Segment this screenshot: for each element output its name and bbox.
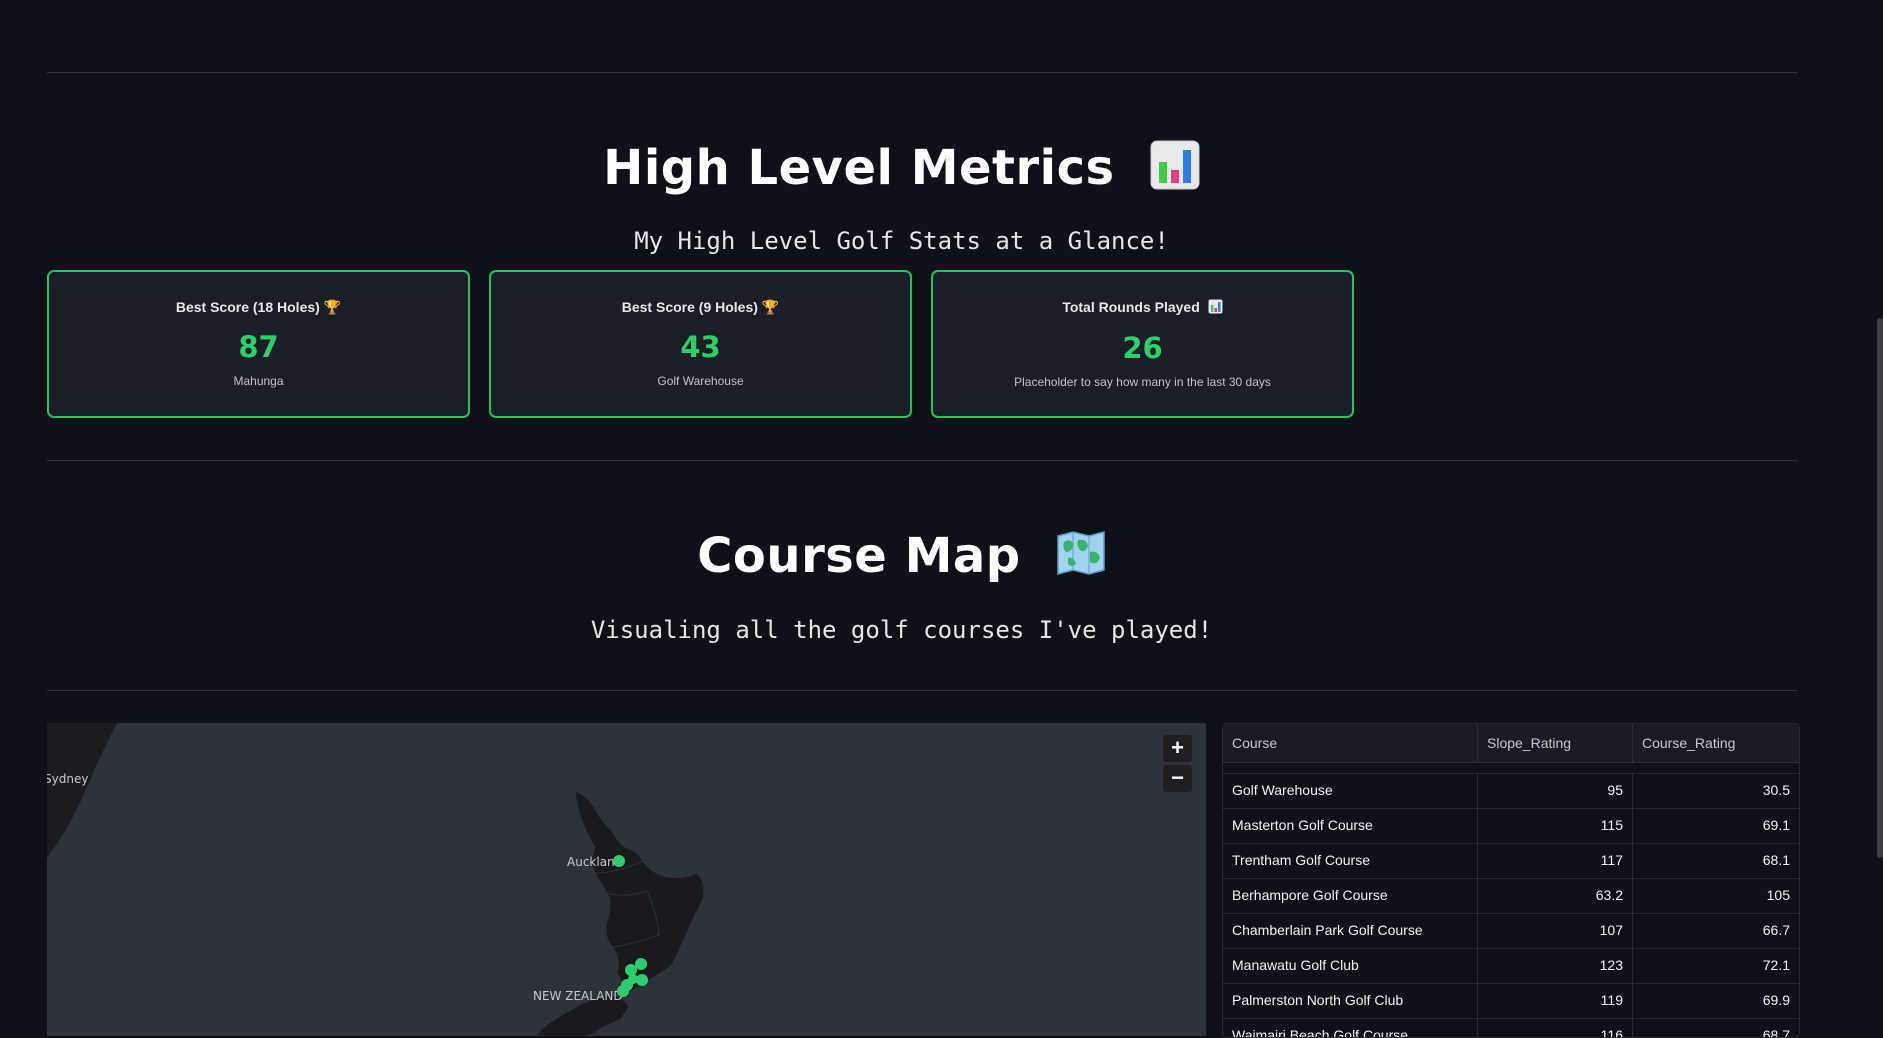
table-row[interactable]: Trentham Golf Course 117 68.1 bbox=[1223, 843, 1799, 879]
metrics-subtitle: My High Level Golf Stats at a Glance! bbox=[634, 227, 1169, 255]
cell-course: Waimairi Beach Golf Course bbox=[1223, 1018, 1478, 1037]
column-header-slope-rating[interactable]: Slope_Rating bbox=[1478, 724, 1633, 762]
table-row[interactable]: Manawatu Golf Club 123 72.1 bbox=[1223, 948, 1799, 984]
table-row[interactable]: Chamberlain Park Golf Course 107 66.7 bbox=[1223, 913, 1799, 949]
cell-course-rating: 68.7 bbox=[1762, 1027, 1790, 1038]
course-marker bbox=[635, 958, 647, 970]
cell-slope-rating: 117 bbox=[1478, 843, 1633, 878]
cell-course: Manawatu Golf Club bbox=[1223, 948, 1478, 983]
table-row[interactable]: Golf Warehouse 95 30.5 bbox=[1223, 773, 1799, 809]
course-markers bbox=[613, 855, 648, 997]
cell-course-rating: 68.1 bbox=[1762, 852, 1790, 868]
bar-chart-icon bbox=[1150, 140, 1200, 202]
cell-course-rating: 69.9 bbox=[1762, 992, 1790, 1008]
divider-top bbox=[47, 72, 1797, 73]
cell-slope-rating: 119 bbox=[1478, 983, 1633, 1018]
cell-course: Palmerston North Golf Club bbox=[1223, 983, 1478, 1018]
cell-course-rating: 69.1 bbox=[1762, 817, 1790, 833]
cell-course: Golf Warehouse bbox=[1223, 773, 1478, 808]
cell-course-rating: 72.1 bbox=[1762, 957, 1790, 973]
table-header: Course Slope_Rating Course_Rating bbox=[1223, 724, 1799, 763]
cell-slope-rating: 95 bbox=[1478, 773, 1633, 808]
bar-chart-icon bbox=[1208, 299, 1223, 317]
metric-card-title: Total Rounds Played bbox=[1062, 299, 1200, 315]
table-row[interactable]: Waimairi Beach Golf Course 116 68.7 bbox=[1223, 1018, 1799, 1038]
metric-card-title-row: Total Rounds Played bbox=[933, 299, 1352, 317]
cell-slope-rating: 107 bbox=[1478, 913, 1633, 948]
course-map-subtitle: Visualing all the golf courses I've play… bbox=[590, 616, 1213, 644]
courses-table[interactable]: Course Slope_Rating Course_Rating Golf W… bbox=[1222, 723, 1800, 1038]
cell-course-rating: 30.5 bbox=[1762, 782, 1790, 798]
cell-course: Trentham Golf Course bbox=[1223, 843, 1478, 878]
course-marker bbox=[628, 974, 638, 984]
column-header-course-rating[interactable]: Course_Rating bbox=[1633, 724, 1799, 762]
cell-slope-rating: 115 bbox=[1478, 808, 1633, 843]
cell-course: Chamberlain Park Golf Course bbox=[1223, 913, 1478, 948]
metric-card-subtitle: Mahunga bbox=[233, 374, 284, 388]
divider-metrics bbox=[47, 460, 1797, 461]
metric-card-subtitle: Golf Warehouse bbox=[657, 374, 744, 388]
metrics-title-row: High Level Metrics bbox=[0, 140, 1803, 202]
metric-card-title: Best Score (9 Holes) 🏆 bbox=[621, 299, 780, 315]
metric-card-best-18: Best Score (18 Holes) 🏆 87 Mahunga bbox=[47, 270, 470, 418]
cell-course-rating: 105 bbox=[1766, 887, 1790, 903]
metric-card-subtitle: Placeholder to say how many in the last … bbox=[1014, 375, 1271, 389]
metric-card-value: 26 bbox=[1122, 331, 1163, 365]
metric-card-title: Best Score (18 Holes) 🏆 bbox=[175, 299, 342, 315]
cell-slope-rating: 116 bbox=[1478, 1018, 1633, 1037]
page-scrollbar[interactable] bbox=[1877, 318, 1883, 858]
course-map-title-row: Course Map bbox=[0, 528, 1803, 588]
course-map-title: Course Map bbox=[697, 528, 1021, 584]
course-marker bbox=[625, 964, 637, 976]
metric-card-value: 87 bbox=[238, 330, 279, 364]
course-marker bbox=[617, 985, 629, 997]
cell-slope-rating: 123 bbox=[1478, 948, 1633, 983]
table-row[interactable]: Masterton Golf Course 115 69.1 bbox=[1223, 808, 1799, 844]
table-row[interactable]: Palmerston North Golf Club 119 69.9 bbox=[1223, 983, 1799, 1019]
divider-map bbox=[47, 690, 1797, 691]
cell-slope-rating: 63.2 bbox=[1478, 878, 1633, 913]
cell-course-rating: 66.7 bbox=[1762, 922, 1790, 938]
table-row[interactable]: Berhampore Golf Course 63.2 105 bbox=[1223, 878, 1799, 914]
metrics-title: High Level Metrics bbox=[603, 140, 1115, 196]
metric-card-total-rounds: Total Rounds Played 26 Placeholder to sa… bbox=[931, 270, 1354, 418]
column-header-course[interactable]: Course bbox=[1223, 724, 1478, 762]
course-marker bbox=[613, 855, 625, 867]
cell-course: Berhampore Golf Course bbox=[1223, 878, 1478, 913]
course-map[interactable]: Sydney Auckland NEW ZEALAND + − bbox=[47, 723, 1206, 1036]
metric-card-best-9: Best Score (9 Holes) 🏆 43 Golf Warehouse bbox=[489, 270, 912, 418]
zoom-in-button[interactable]: + bbox=[1163, 735, 1192, 762]
zoom-out-button[interactable]: − bbox=[1163, 765, 1192, 792]
metric-card-value: 43 bbox=[680, 330, 721, 364]
world-map-icon bbox=[1056, 530, 1106, 588]
cell-course: Masterton Golf Course bbox=[1223, 808, 1478, 843]
